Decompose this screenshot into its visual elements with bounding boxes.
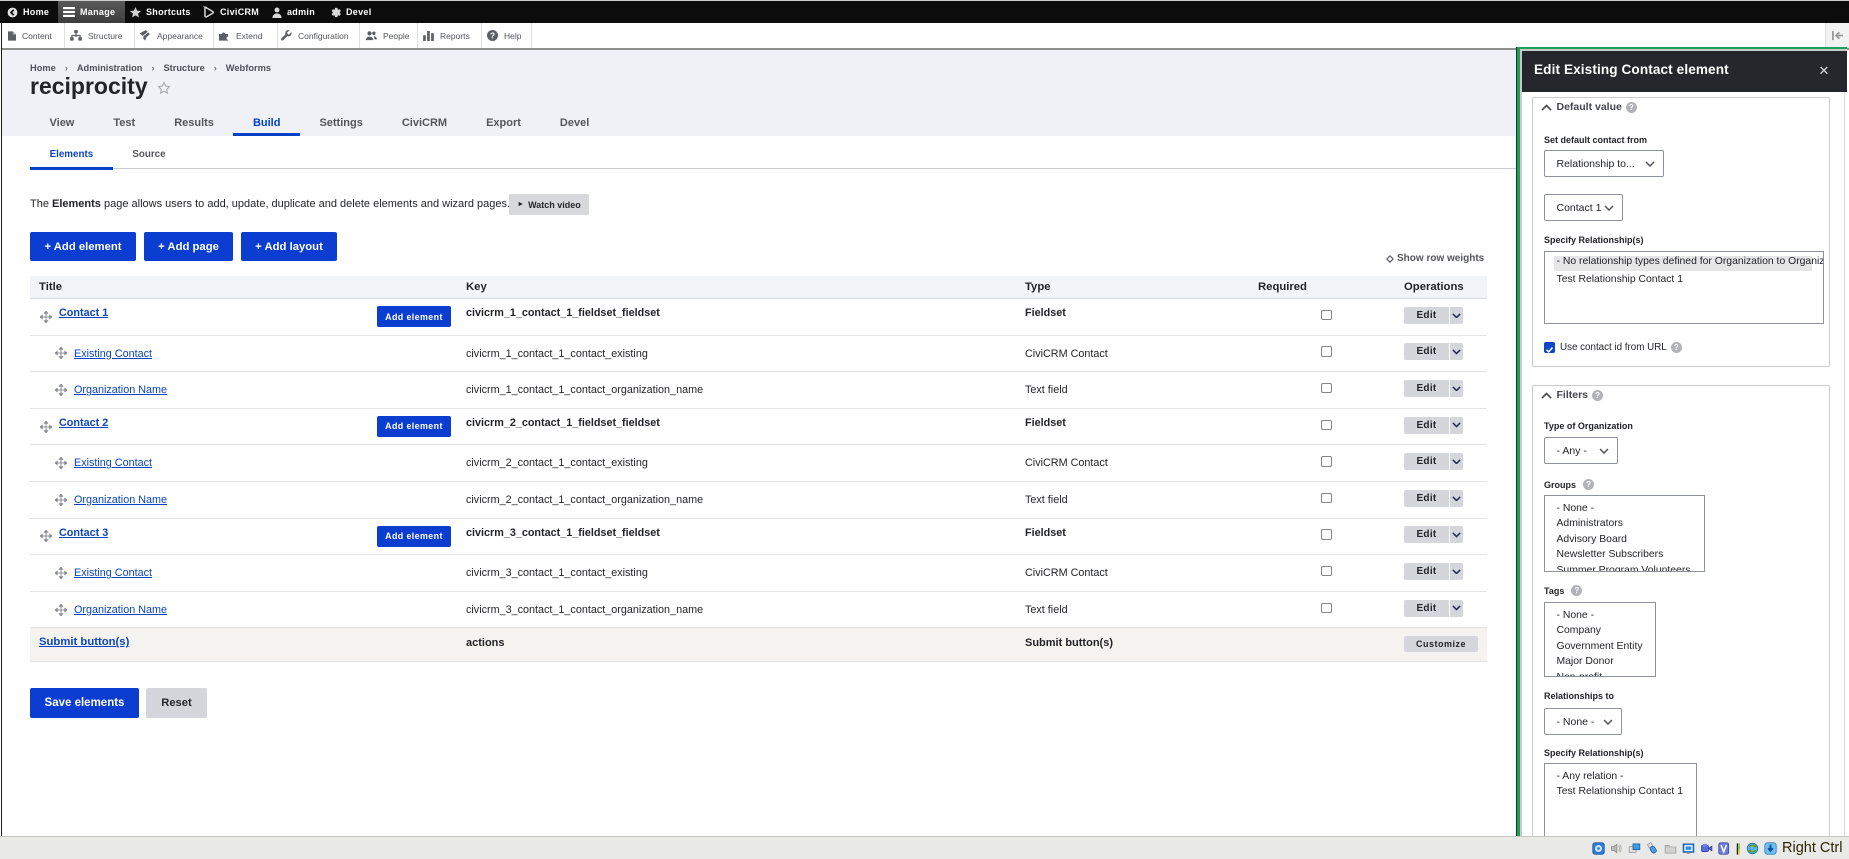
svg-text:?: ? (490, 31, 495, 40)
